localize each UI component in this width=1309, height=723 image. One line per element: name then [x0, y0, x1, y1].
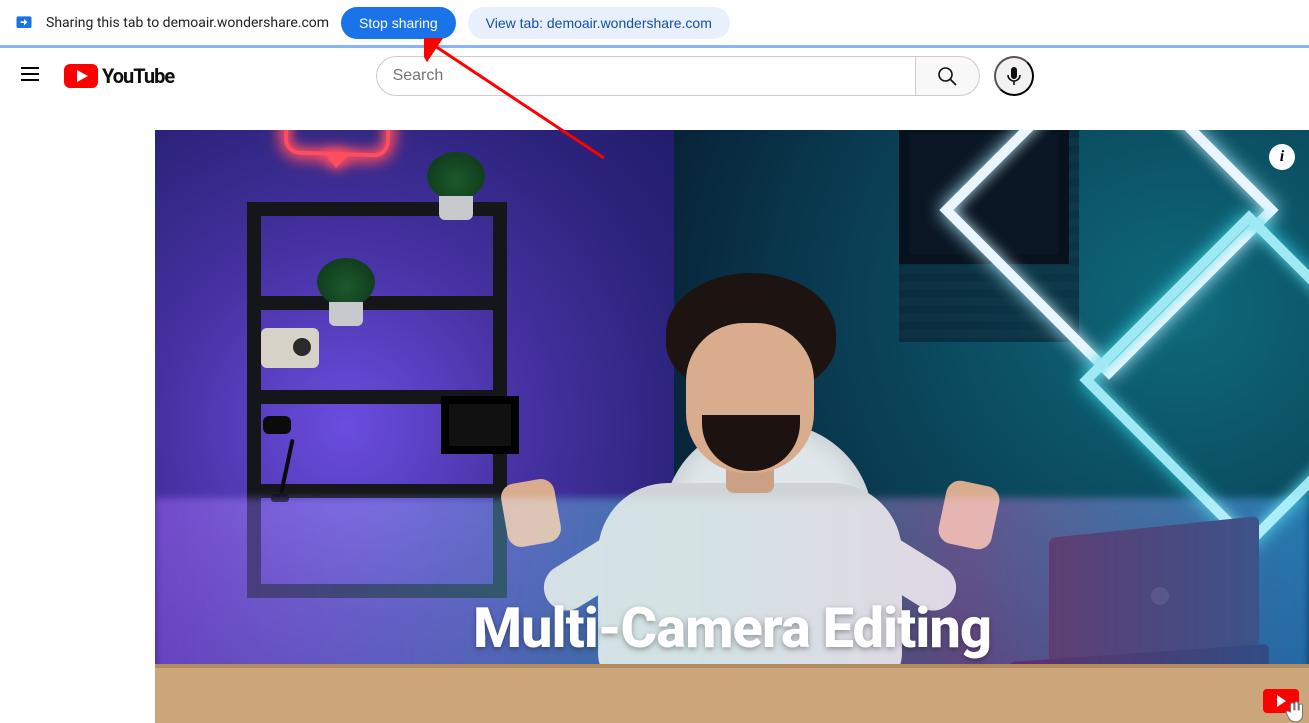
tab-sharing-bar: Sharing this tab to demoair.wondershare.…	[0, 0, 1309, 48]
view-tab-button[interactable]: View tab: demoair.wondershare.com	[468, 7, 730, 39]
scene-desk	[155, 664, 1309, 723]
voice-search-button[interactable]	[994, 56, 1034, 96]
video-caption-overlay: Multi-Camera Editing	[155, 595, 1309, 661]
neon-heart-sign	[283, 130, 392, 158]
search-icon	[935, 64, 959, 88]
scene-desk-lamp	[263, 416, 297, 502]
microphone-icon	[1002, 64, 1026, 88]
scene-plant-mid	[317, 256, 375, 326]
video-info-card-button[interactable]: i	[1269, 144, 1295, 170]
search-input[interactable]	[376, 56, 916, 96]
info-icon: i	[1280, 149, 1284, 165]
stop-sharing-button[interactable]: Stop sharing	[341, 7, 456, 39]
hamburger-menu-button[interactable]	[18, 62, 42, 90]
video-player-area: Multi-Camera Editing i	[155, 130, 1309, 723]
scene-plant-top	[427, 150, 485, 220]
share-screen-icon	[14, 13, 34, 33]
scene-camera-prop	[261, 328, 319, 368]
sharing-status-text: Sharing this tab to demoair.wondershare.…	[46, 15, 329, 31]
search-button[interactable]	[916, 56, 980, 96]
cursor-hand-icon	[1283, 699, 1309, 723]
youtube-header: YouTube	[0, 48, 1309, 104]
youtube-wordmark: YouTube	[102, 64, 174, 88]
scene-picture-frame	[441, 396, 519, 454]
youtube-logo[interactable]: YouTube	[64, 64, 174, 88]
video-player[interactable]: Multi-Camera Editing i	[155, 130, 1309, 723]
